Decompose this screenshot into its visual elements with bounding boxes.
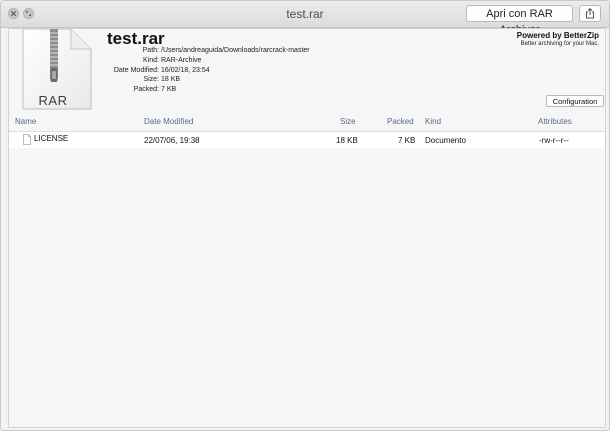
configuration-button[interactable]: Configuration [546, 95, 604, 107]
tagline-label: Better archiving for your Mac. [520, 41, 599, 47]
info-row-kind: Kind: RAR-Archive [101, 56, 401, 66]
column-header-size[interactable]: Size [340, 117, 356, 126]
column-header-kind[interactable]: Kind [425, 117, 441, 126]
cell-date-modified: 22/07/06, 19:38 [144, 136, 200, 145]
document-icon [23, 134, 31, 145]
share-button[interactable] [579, 5, 601, 22]
column-header-date-modified[interactable]: Date Modified [144, 117, 193, 126]
info-row-date-modified: Date Modified: 16/02/18, 23:54 [101, 66, 401, 76]
info-label: Kind: [143, 56, 159, 64]
cell-attributes: -rw-r--r-- [539, 136, 569, 145]
cell-name: LICENSE [34, 134, 69, 143]
powered-by-label: Powered by BetterZip [516, 31, 599, 40]
info-value: /Users/andreaguida/Downloads/rarcrack-ma… [161, 47, 310, 54]
table-row[interactable]: LICENSE 22/07/06, 19:38 18 KB 7 KB Docum… [9, 132, 605, 148]
column-header-attributes[interactable]: Attributes [538, 117, 572, 126]
info-label: Path: [142, 47, 159, 54]
preview-panel: RAR test.rar Path:/Users/andreaguida/Dow… [8, 28, 606, 428]
cell-size: 18 KB [336, 136, 358, 145]
cell-packed: 7 KB [398, 136, 416, 145]
info-value: RAR-Archive [161, 56, 202, 64]
info-row-packed: Packed: 7 KB [101, 85, 401, 95]
rar-icon-label: RAR [38, 93, 68, 108]
info-value: 18 KB [161, 76, 181, 84]
cell-kind: Documento [425, 136, 466, 145]
open-with-rar-archiver-button[interactable]: Apri con RAR Archiver [466, 5, 573, 36]
info-value: 16/02/18, 23:54 [161, 66, 210, 74]
column-header-name[interactable]: Name [15, 117, 36, 126]
column-header-packed[interactable]: Packed [387, 117, 414, 126]
info-label: Date Modified: [113, 66, 159, 74]
info-label: Size: [143, 76, 159, 84]
quicklook-window: test.rar Apri con RAR Archiver [0, 0, 610, 431]
info-row-path: Path:/Users/andreaguida/Downloads/rarcra… [101, 46, 401, 56]
info-value: 7 KB [161, 86, 177, 94]
file-info: Path:/Users/andreaguida/Downloads/rarcra… [101, 46, 401, 95]
info-label: Packed: [133, 86, 159, 94]
table-header: Name Date Modified Size Packed Kind Attr… [9, 115, 605, 132]
info-row-size: Size: 18 KB [101, 75, 401, 85]
share-icon [586, 8, 594, 19]
title-bar: test.rar Apri con RAR Archiver [1, 1, 609, 36]
